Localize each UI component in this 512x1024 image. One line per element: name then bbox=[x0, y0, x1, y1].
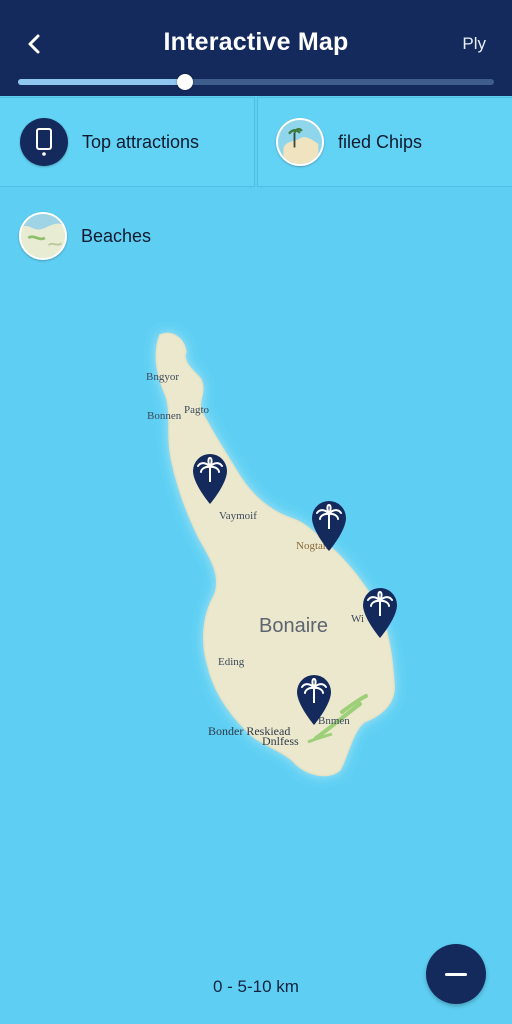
place-label: Eding bbox=[218, 656, 245, 668]
island-shape bbox=[155, 332, 395, 777]
phone-icon bbox=[20, 118, 68, 166]
minus-icon bbox=[445, 972, 467, 976]
header-bar: Interactive Map Ply bbox=[0, 0, 512, 96]
map-app: Interactive Map Ply Top attractions file… bbox=[0, 0, 512, 1024]
place-label: Bonnen bbox=[147, 410, 182, 422]
palm-tree-pin-icon[interactable] bbox=[361, 586, 399, 640]
chip-top-attractions[interactable]: Top attractions bbox=[0, 97, 255, 187]
palm-tree-pin-icon[interactable] bbox=[191, 452, 229, 506]
place-label: Bngyor bbox=[146, 371, 179, 383]
chip-filed-chips[interactable]: filed Chips bbox=[257, 97, 512, 187]
map-thumbnail-icon bbox=[276, 118, 324, 166]
place-label: Dnlfess bbox=[262, 734, 299, 748]
island-name-label: Bonaire bbox=[259, 615, 328, 637]
palm-tree-pin-icon[interactable] bbox=[310, 499, 348, 553]
place-label: Pagto bbox=[184, 404, 210, 416]
chip-label: filed Chips bbox=[338, 131, 423, 152]
place-label: Vaymoif bbox=[219, 510, 257, 522]
page-title: Interactive Map bbox=[163, 28, 349, 56]
slider-thumb[interactable] bbox=[176, 74, 193, 90]
map-canvas[interactable]: Bngyor Bonnen Pagto Vaymoif Nogtan Wi Ed… bbox=[0, 190, 512, 1024]
slider-fill bbox=[18, 79, 185, 85]
chip-label: Top attractions bbox=[82, 131, 200, 152]
zoom-out-button[interactable] bbox=[426, 944, 486, 1004]
palm-tree-pin-icon[interactable] bbox=[295, 673, 333, 727]
progress-slider[interactable] bbox=[18, 74, 494, 90]
header-action-button[interactable]: Ply bbox=[462, 34, 486, 54]
